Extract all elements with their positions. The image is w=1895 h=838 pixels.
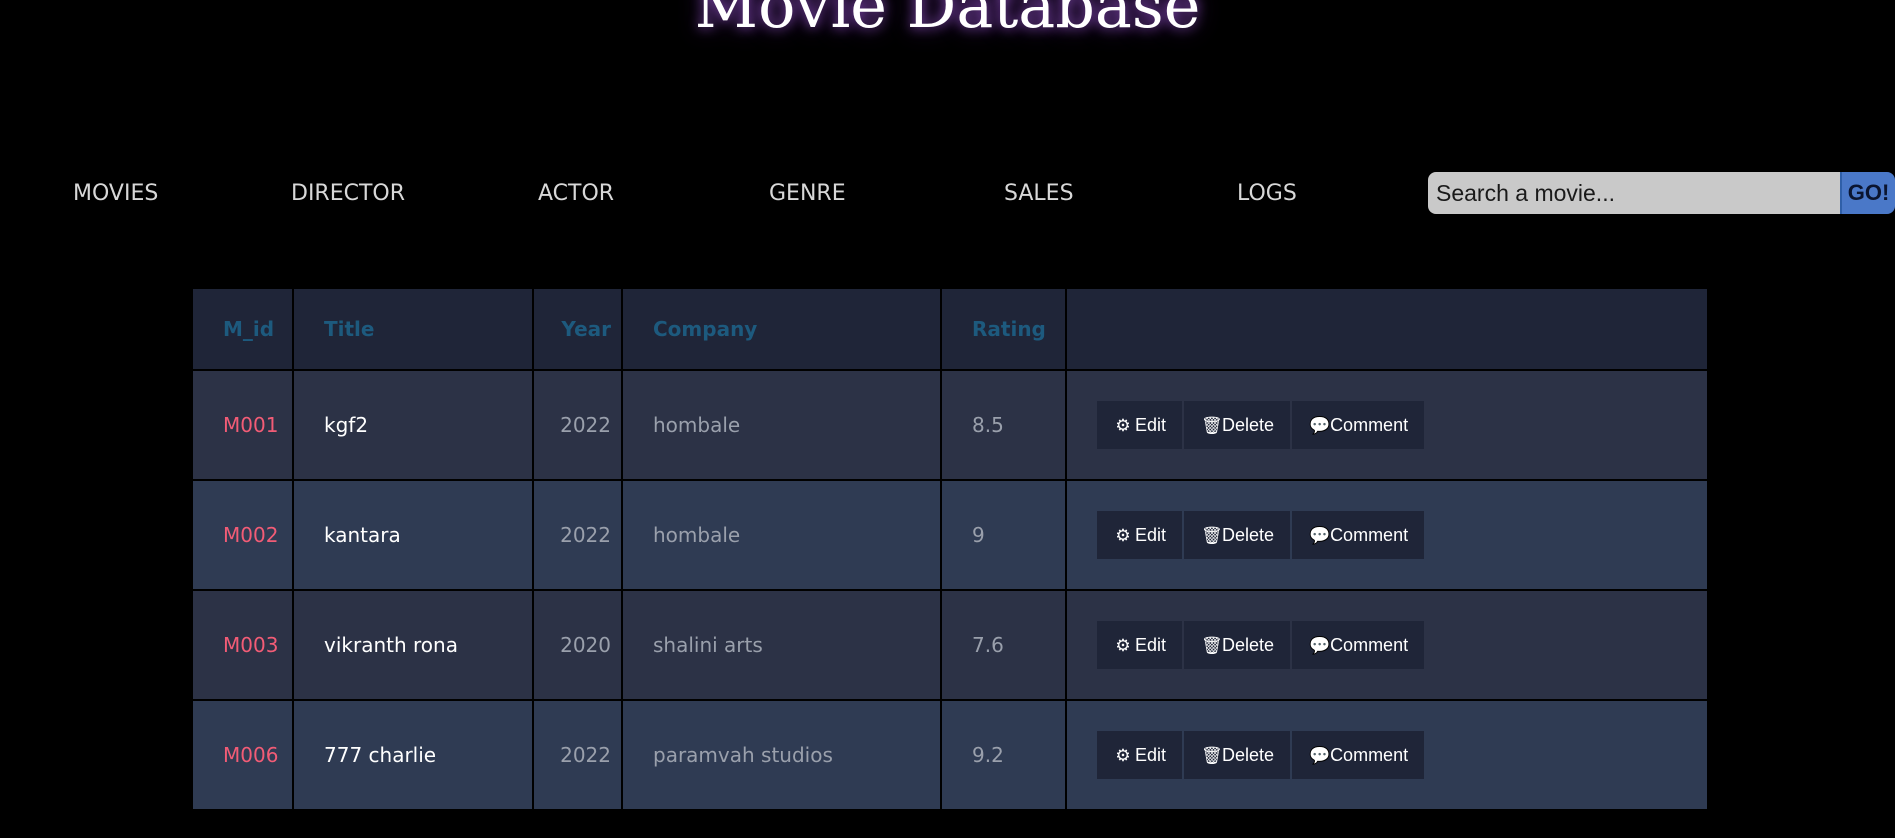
cell-title: kgf2 — [292, 369, 534, 481]
gear-icon: ⚙ — [1115, 526, 1131, 545]
edit-button[interactable]: ⚙ Edit — [1097, 401, 1183, 449]
table-row: M003 vikranth rona 2020 shalini arts 7.6… — [191, 589, 1709, 701]
search-input[interactable] — [1428, 172, 1840, 214]
cell-year: 2022 — [532, 369, 623, 481]
delete-label: Delete — [1222, 525, 1275, 545]
cell-year: 2020 — [532, 589, 623, 701]
column-header-year: Year — [532, 287, 623, 371]
movies-table-container: M_id Title Year Company Rating M001 kgf2… — [191, 287, 1709, 811]
comment-label: Comment — [1330, 635, 1409, 655]
cell-company: hombale — [621, 369, 942, 481]
column-header-title: Title — [292, 287, 534, 371]
cell-rating: 7.6 — [940, 589, 1067, 701]
speech-bubble-icon: 💬 — [1309, 526, 1331, 545]
nav-item-movies[interactable]: MOVIES — [73, 170, 158, 218]
search-form: GO! — [1428, 172, 1895, 214]
trash-icon: 🗑 — [1201, 636, 1223, 655]
delete-label: Delete — [1222, 745, 1275, 765]
nav-item-genre[interactable]: GENRE — [769, 170, 846, 218]
delete-button[interactable]: 🗑Delete — [1184, 401, 1291, 449]
cell-rating: 9 — [940, 479, 1067, 591]
cell-actions: ⚙ Edit 🗑Delete 💬Comment — [1065, 369, 1709, 481]
nav-item-actor[interactable]: ACTOR — [538, 170, 614, 218]
delete-label: Delete — [1222, 635, 1275, 655]
cell-year: 2022 — [532, 699, 623, 811]
edit-label: Edit — [1135, 635, 1167, 655]
edit-button[interactable]: ⚙ Edit — [1097, 731, 1183, 779]
edit-label: Edit — [1135, 415, 1167, 435]
cell-movie-id: M002 — [191, 479, 294, 591]
column-header-company: Company — [621, 287, 942, 371]
comment-button[interactable]: 💬Comment — [1292, 731, 1425, 779]
trash-icon: 🗑 — [1201, 416, 1223, 435]
cell-company: hombale — [621, 479, 942, 591]
nav-item-sales[interactable]: SALES — [1004, 170, 1074, 218]
delete-button[interactable]: 🗑Delete — [1184, 511, 1291, 559]
gear-icon: ⚙ — [1115, 636, 1131, 655]
gear-icon: ⚙ — [1115, 746, 1131, 765]
edit-button[interactable]: ⚙ Edit — [1097, 511, 1183, 559]
edit-label: Edit — [1135, 745, 1167, 765]
cell-company: shalini arts — [621, 589, 942, 701]
edit-label: Edit — [1135, 525, 1167, 545]
go-button[interactable]: GO! — [1840, 172, 1895, 214]
cell-actions: ⚙ Edit 🗑Delete 💬Comment — [1065, 589, 1709, 701]
cell-title: vikranth rona — [292, 589, 534, 701]
speech-bubble-icon: 💬 — [1309, 636, 1331, 655]
comment-button[interactable]: 💬Comment — [1292, 401, 1425, 449]
movies-table: M_id Title Year Company Rating M001 kgf2… — [191, 287, 1709, 811]
comment-label: Comment — [1330, 525, 1409, 545]
comment-label: Comment — [1330, 745, 1409, 765]
table-header-row: M_id Title Year Company Rating — [191, 287, 1709, 371]
cell-rating: 9.2 — [940, 699, 1067, 811]
trash-icon: 🗑 — [1201, 746, 1223, 765]
nav-item-logs[interactable]: LOGS — [1237, 170, 1297, 218]
trash-icon: 🗑 — [1201, 526, 1223, 545]
delete-button[interactable]: 🗑Delete — [1184, 731, 1291, 779]
table-row: M002 kantara 2022 hombale 9 ⚙ Edit 🗑Delete… — [191, 479, 1709, 591]
cell-title: kantara — [292, 479, 534, 591]
gear-icon: ⚙ — [1115, 416, 1131, 435]
comment-label: Comment — [1330, 415, 1409, 435]
edit-button[interactable]: ⚙ Edit — [1097, 621, 1183, 669]
cell-title: 777 charlie — [292, 699, 534, 811]
speech-bubble-icon: 💬 — [1309, 416, 1331, 435]
cell-company: paramvah studios — [621, 699, 942, 811]
table-row: M001 kgf2 2022 hombale 8.5 ⚙ Edit 🗑Delete 💬… — [191, 369, 1709, 481]
cell-movie-id: M001 — [191, 369, 294, 481]
delete-label: Delete — [1222, 415, 1275, 435]
cell-year: 2022 — [532, 479, 623, 591]
comment-button[interactable]: 💬Comment — [1292, 511, 1425, 559]
page-title: Movie Database — [694, 0, 1201, 42]
cell-rating: 8.5 — [940, 369, 1067, 481]
cell-movie-id: M006 — [191, 699, 294, 811]
column-header-rating: Rating — [940, 287, 1067, 371]
main-nav: MOVIES DIRECTOR ACTOR GENRE SALES LOGS — [0, 170, 1420, 218]
comment-button[interactable]: 💬Comment — [1292, 621, 1425, 669]
nav-item-director[interactable]: DIRECTOR — [291, 170, 405, 218]
column-header-m-id: M_id — [191, 287, 294, 371]
table-row: M006 777 charlie 2022 paramvah studios 9… — [191, 699, 1709, 811]
column-header-actions — [1065, 287, 1709, 371]
speech-bubble-icon: 💬 — [1309, 746, 1331, 765]
cell-actions: ⚙ Edit 🗑Delete 💬Comment — [1065, 699, 1709, 811]
cell-movie-id: M003 — [191, 589, 294, 701]
cell-actions: ⚙ Edit 🗑Delete 💬Comment — [1065, 479, 1709, 591]
delete-button[interactable]: 🗑Delete — [1184, 621, 1291, 669]
